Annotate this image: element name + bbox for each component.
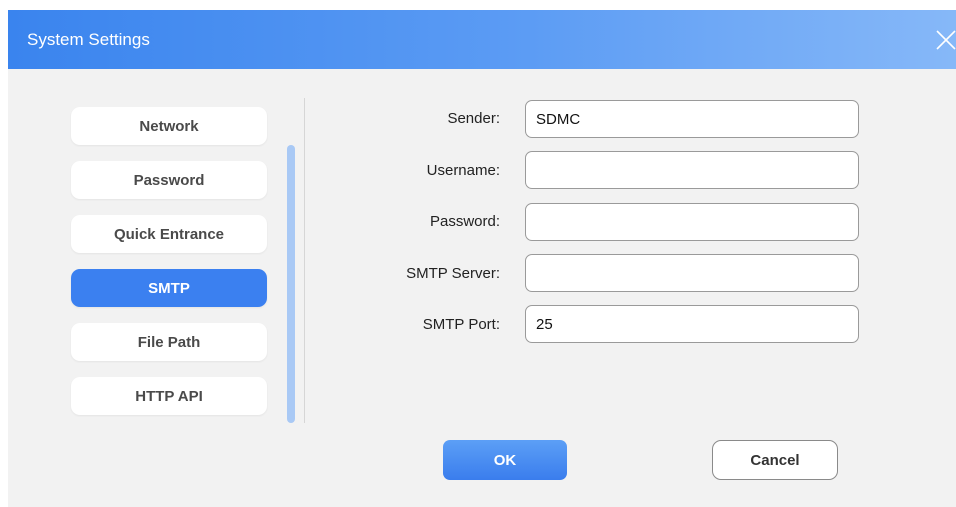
ok-button[interactable]: OK <box>443 440 567 480</box>
smtp-server-input[interactable] <box>525 254 859 292</box>
smtp-port-label: SMTP Port: <box>422 316 500 333</box>
sidebar-scrollbar[interactable] <box>287 145 295 423</box>
panel-divider <box>304 98 305 423</box>
dialog-title: System Settings <box>27 30 150 49</box>
sidebar-item-quick-entrance[interactable]: Quick Entrance <box>71 215 267 253</box>
close-icon[interactable] <box>934 27 956 53</box>
sidebar-item-label: HTTP API <box>135 387 203 405</box>
sidebar-item-password[interactable]: Password <box>71 161 267 199</box>
sidebar-item-file-path[interactable]: File Path <box>71 323 267 361</box>
sidebar-item-network[interactable]: Network <box>71 107 267 145</box>
sidebar-item-label: Quick Entrance <box>113 225 225 243</box>
username-label: Username: <box>426 162 500 179</box>
sidebar-item-smtp[interactable]: SMTP <box>71 269 267 307</box>
sidebar-item-http-api[interactable]: HTTP API <box>71 377 267 415</box>
system-settings-dialog: System Settings Network Password Quick E… <box>8 10 956 507</box>
sidebar-item-label: SMTP <box>148 279 190 297</box>
sidebar-item-label: Network <box>139 117 199 135</box>
cancel-button[interactable]: Cancel <box>712 440 838 480</box>
sender-label: Sender: <box>447 110 500 127</box>
username-input[interactable] <box>525 151 859 189</box>
password-label: Password: <box>429 213 500 230</box>
smtp-port-input[interactable] <box>525 305 859 343</box>
cancel-button-label: Cancel <box>750 451 800 469</box>
sidebar-item-label: File Path <box>137 333 201 351</box>
title-bar: System Settings <box>8 10 956 69</box>
password-input[interactable] <box>525 203 859 241</box>
sender-input[interactable] <box>525 100 859 138</box>
sidebar-item-label: Password <box>133 171 205 189</box>
smtp-server-label: SMTP Server: <box>406 265 500 282</box>
ok-button-label: OK <box>493 451 517 469</box>
